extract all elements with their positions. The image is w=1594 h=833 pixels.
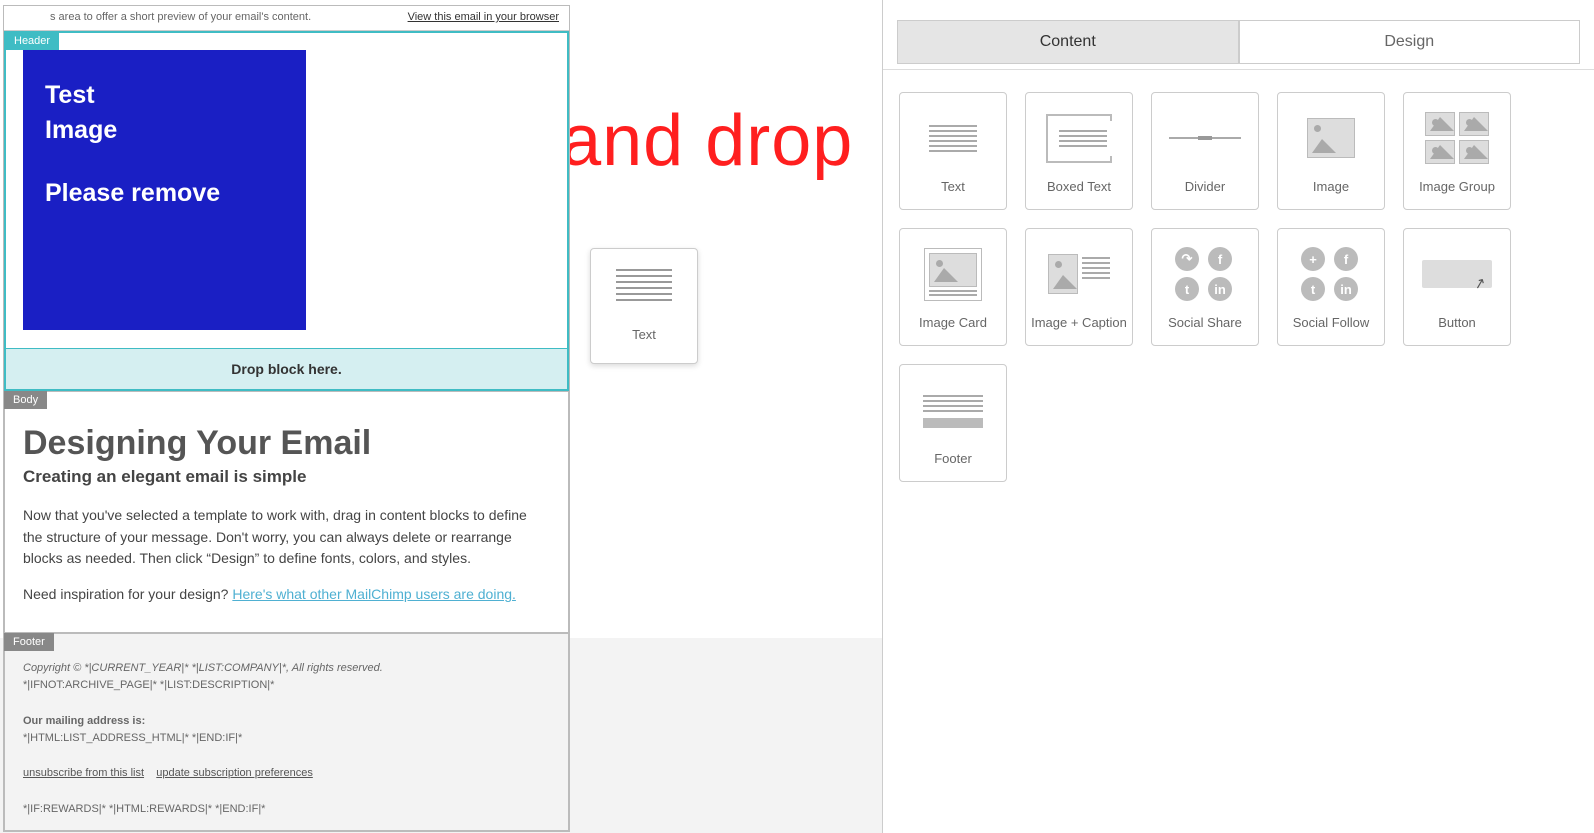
footer-mailing-label: Our mailing address is:	[23, 713, 550, 731]
body-paragraph-2: Need inspiration for your design? Here's…	[23, 584, 550, 606]
unsubscribe-link[interactable]: unsubscribe from this list	[23, 767, 144, 779]
email-preview-frame: s area to offer a short preview of your …	[3, 5, 570, 832]
block-image-caption-label: Image + Caption	[1026, 315, 1132, 330]
view-in-browser-link[interactable]: View this email in your browser	[408, 11, 559, 23]
dragging-block-label: Text	[591, 327, 697, 342]
header-section-tag: Header	[5, 32, 59, 50]
image-icon	[1295, 105, 1367, 171]
boxed-text-icon	[1043, 105, 1115, 171]
block-image-card[interactable]: Image Card	[899, 228, 1007, 346]
body-paragraph-1: Now that you've selected a template to w…	[23, 505, 550, 570]
text-icon	[917, 105, 989, 171]
block-button[interactable]: Button	[1403, 228, 1511, 346]
body-heading: Designing Your Email	[23, 424, 550, 463]
drop-zone[interactable]: Drop block here.	[6, 348, 567, 389]
block-image-group-label: Image Group	[1404, 179, 1510, 194]
dragging-text-block[interactable]: Text	[590, 248, 698, 364]
image-group-icon	[1421, 105, 1493, 171]
block-social-follow-label: Social Follow	[1278, 315, 1384, 330]
block-image-card-label: Image Card	[900, 315, 1006, 330]
block-footer-label: Footer	[900, 451, 1006, 466]
divider-icon	[1169, 105, 1241, 171]
block-boxed-text-label: Boxed Text	[1026, 179, 1132, 194]
test-image-line2: Image	[45, 113, 284, 148]
test-image-line3: Please remove	[45, 176, 284, 211]
block-image-caption[interactable]: Image + Caption	[1025, 228, 1133, 346]
header-section[interactable]: Header Test Image Please remove Drop blo…	[4, 31, 569, 391]
tab-design[interactable]: Design	[1239, 20, 1581, 64]
footer-copyright: Copyright © *|CURRENT_YEAR|* *|LIST:COMP…	[23, 660, 550, 678]
block-image[interactable]: Image	[1277, 92, 1385, 210]
block-social-share[interactable]: ↷ftin Social Share	[1151, 228, 1259, 346]
test-image-block[interactable]: Test Image Please remove	[23, 50, 306, 330]
block-text[interactable]: Text	[899, 92, 1007, 210]
image-caption-icon	[1043, 241, 1115, 307]
body-section[interactable]: Body Designing Your Email Creating an el…	[4, 391, 569, 633]
footer-rewards: *|IF:REWARDS|* *|HTML:REWARDS|* *|END:IF…	[23, 801, 550, 819]
inspiration-link[interactable]: Here's what other MailChimp users are do…	[232, 586, 516, 602]
block-divider-label: Divider	[1152, 179, 1258, 194]
body-subheading: Creating an elegant email is simple	[23, 467, 550, 487]
block-image-label: Image	[1278, 179, 1384, 194]
footer-section[interactable]: Footer Copyright © *|CURRENT_YEAR|* *|LI…	[4, 633, 569, 831]
block-button-label: Button	[1404, 315, 1510, 330]
social-share-icon: ↷ftin	[1169, 241, 1241, 307]
button-icon	[1421, 241, 1493, 307]
text-lines-icon	[612, 263, 676, 313]
tab-content[interactable]: Content	[897, 20, 1239, 64]
footer-section-tag: Footer	[4, 633, 54, 651]
footer-mailing-value: *|HTML:LIST_ADDRESS_HTML|* *|END:IF|*	[23, 730, 550, 748]
right-panel: Content Design Text Boxed Text Divider I…	[882, 0, 1594, 833]
footer-archive-line: *|IFNOT:ARCHIVE_PAGE|* *|LIST:DESCRIPTIO…	[23, 677, 550, 695]
social-follow-icon: +ftin	[1295, 241, 1367, 307]
block-footer[interactable]: Footer	[899, 364, 1007, 482]
body-section-tag: Body	[4, 391, 47, 409]
preview-text: s area to offer a short preview of your …	[50, 11, 311, 23]
block-social-follow[interactable]: +ftin Social Follow	[1277, 228, 1385, 346]
footer-icon	[917, 377, 989, 443]
block-divider[interactable]: Divider	[1151, 92, 1259, 210]
block-image-group[interactable]: Image Group	[1403, 92, 1511, 210]
update-preferences-link[interactable]: update subscription preferences	[156, 767, 313, 779]
block-text-label: Text	[900, 179, 1006, 194]
block-boxed-text[interactable]: Boxed Text	[1025, 92, 1133, 210]
image-card-icon	[917, 241, 989, 307]
test-image-line1: Test	[45, 78, 284, 113]
block-social-share-label: Social Share	[1152, 315, 1258, 330]
